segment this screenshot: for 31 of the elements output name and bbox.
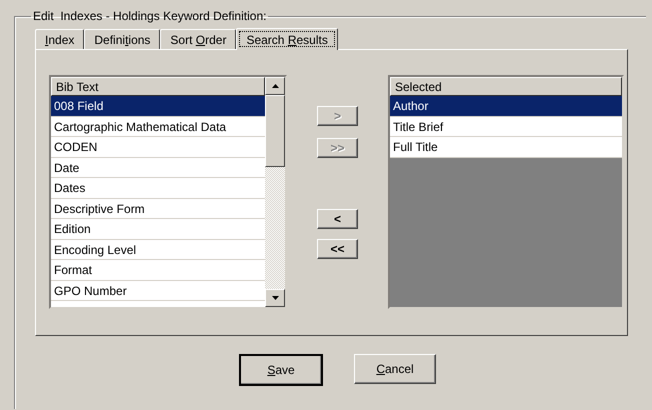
column-header: Selected	[390, 77, 622, 96]
tab[interactable]: Definitions	[84, 29, 160, 49]
list-item[interactable]: Full Title	[390, 137, 622, 158]
group-title: Edit Indexes - Holdings Keyword Definition:	[32, 9, 268, 23]
list-item[interactable]: Author	[390, 96, 622, 116]
list-item[interactable]: Encoding Level	[51, 240, 265, 260]
dialog-button[interactable]: Save	[239, 354, 323, 386]
column-header: Bib Text	[51, 77, 265, 96]
list-item[interactable]: Date	[51, 158, 265, 178]
tab[interactable]: Search Results	[236, 28, 338, 50]
up-arrow-icon	[272, 84, 278, 88]
list-item[interactable]: 008 Field	[51, 96, 265, 116]
scroll-up-button[interactable]	[265, 77, 285, 95]
list-item[interactable]: Descriptive Form	[51, 198, 265, 219]
scroll-down-button[interactable]	[265, 289, 285, 307]
list-item[interactable]: CODEN	[51, 137, 265, 158]
list-item[interactable]: Edition	[51, 219, 265, 240]
list-item[interactable]: Cartographic Mathematical Data	[51, 116, 265, 137]
down-arrow-icon	[272, 296, 278, 300]
dialog-button[interactable]: Cancel	[354, 354, 436, 384]
list-item[interactable]: Dates	[51, 178, 265, 198]
list-box[interactable]: Selected Author Title Brief Full Title	[388, 75, 624, 309]
list-item[interactable]: Title Brief	[390, 116, 622, 137]
list-item[interactable]: Format	[51, 260, 265, 280]
move-button[interactable]: <<	[317, 239, 358, 259]
tab[interactable]: Sort Order	[160, 29, 236, 49]
move-button[interactable]: <	[317, 209, 358, 229]
list-box[interactable]: Bib Text 008 Field Cartographic Mathematical Data CODEN Date Dates Descriptive Form Edition Encoding Level Format GPO Number	[49, 75, 287, 309]
list-item[interactable]: GPO Number	[51, 280, 265, 301]
tab[interactable]: Index	[35, 29, 84, 49]
scrollbar[interactable]	[265, 77, 285, 307]
